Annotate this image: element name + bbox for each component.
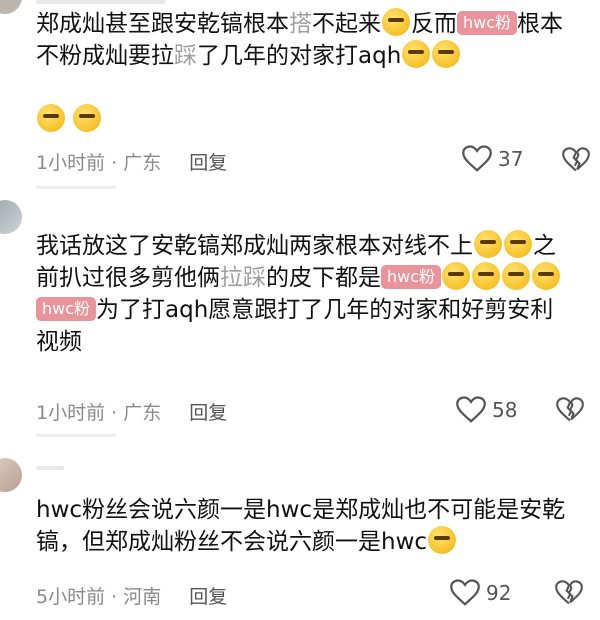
broken-heart-icon[interactable] bbox=[555, 579, 583, 607]
divider bbox=[36, 186, 116, 189]
watermark-badge: hwc粉 bbox=[36, 297, 97, 321]
comment-meta: 1小时前 · 广东 回复 bbox=[36, 148, 227, 175]
username-placeholder bbox=[36, 466, 64, 470]
dizzy-face-emoji-icon bbox=[37, 104, 65, 132]
heart-outline-icon bbox=[456, 396, 486, 423]
avatar[interactable] bbox=[0, 0, 22, 14]
crying-laughing-emoji-icon bbox=[504, 230, 532, 258]
like-button[interactable]: 37 bbox=[462, 145, 523, 173]
timestamp-location: 1小时前 · 广东 bbox=[36, 152, 162, 174]
comment-meta: 5小时前 · 河南 回复 bbox=[36, 582, 227, 609]
reply-button[interactable]: 回复 bbox=[189, 398, 227, 425]
like-count: 92 bbox=[486, 581, 512, 605]
comment-text-3: hwc粉丝会说六颜一是hwc是郑成灿也不可能是安乾镐，但郑成灿粉丝不会说六颜一是… bbox=[36, 497, 566, 555]
watermark-badge: hwc粉 bbox=[381, 265, 442, 289]
dizzy-face-emoji-icon bbox=[382, 8, 410, 36]
like-button[interactable]: 92 bbox=[450, 579, 511, 607]
comment-text-1: 郑成灿甚至跟安乾镐根本搭不起来 反而 hwc粉 根本不粉成灿要拉踩了几年的对家打aqh bbox=[36, 8, 576, 72]
divider bbox=[36, 434, 116, 437]
steam-face-emoji-icon bbox=[428, 526, 457, 554]
comment-text-2: 我话放这了安乾镐郑成灿两家根本对线不上 之前扒过很多剪他俩拉踩的皮下都是 hwc粉h… bbox=[36, 230, 576, 358]
timestamp-location: 5小时前 · 河南 bbox=[36, 586, 162, 608]
hand-over-mouth-emoji-icon bbox=[532, 262, 561, 290]
hand-over-mouth-emoji-icon bbox=[442, 262, 471, 290]
dizzy-face-emoji-icon bbox=[73, 104, 101, 132]
timestamp-location: 1小时前 · 广东 bbox=[36, 402, 162, 424]
avatar[interactable] bbox=[0, 458, 22, 492]
dizzy-face-emoji-icon bbox=[402, 40, 431, 68]
heart-outline-icon bbox=[462, 145, 492, 172]
broken-heart-icon[interactable] bbox=[562, 146, 590, 174]
hand-over-mouth-emoji-icon bbox=[472, 262, 501, 290]
broken-heart-icon[interactable] bbox=[556, 396, 584, 424]
like-count: 37 bbox=[498, 147, 524, 171]
username-placeholder bbox=[36, 0, 166, 4]
heart-outline-icon bbox=[450, 579, 480, 606]
comment-meta: 1小时前 · 广东 回复 bbox=[36, 398, 227, 425]
emoji-row bbox=[36, 104, 102, 132]
reply-button[interactable]: 回复 bbox=[189, 148, 227, 175]
reply-button[interactable]: 回复 bbox=[189, 582, 227, 609]
dizzy-face-emoji-icon bbox=[432, 40, 461, 68]
watermark-badge: hwc粉 bbox=[457, 11, 518, 35]
avatar[interactable] bbox=[0, 200, 22, 234]
like-button[interactable]: 58 bbox=[456, 396, 517, 424]
crying-laughing-emoji-icon bbox=[474, 230, 502, 258]
hand-over-mouth-emoji-icon bbox=[502, 262, 531, 290]
like-count: 58 bbox=[492, 398, 518, 422]
